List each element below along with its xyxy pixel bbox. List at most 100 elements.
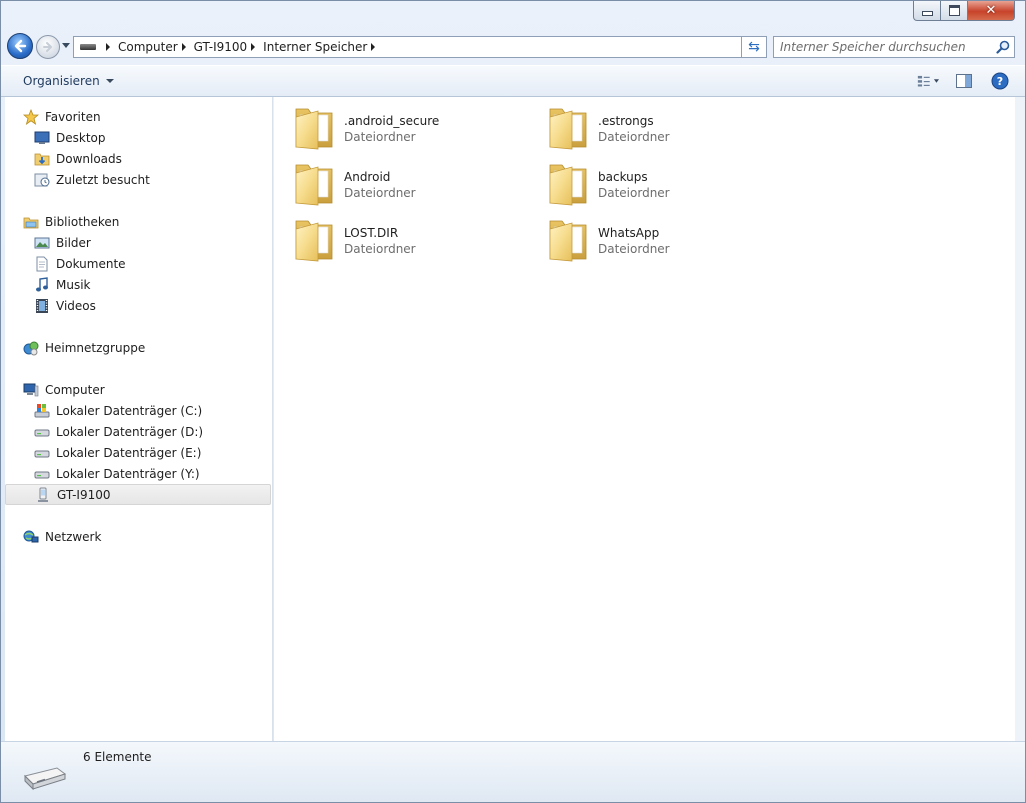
sidebar-item-label: GT-I9100	[57, 487, 111, 502]
close-button[interactable]: ✕	[968, 1, 1015, 21]
sidebar-item-gt-i9100[interactable]: GT-I9100	[5, 484, 271, 505]
folder-icon	[549, 108, 587, 150]
desktop-icon	[34, 130, 50, 146]
sidebar-item-documents[interactable]: Dokumente	[5, 253, 271, 274]
organize-button[interactable]: Organisieren	[17, 72, 120, 90]
folder-item[interactable]: LOST.DIR Dateiordner	[292, 215, 532, 265]
sidebar-item-label: Videos	[56, 298, 96, 313]
navigation-row: Computer GT-I9100 Interner Speicher ⇆	[1, 31, 1025, 63]
search-input[interactable]	[774, 38, 992, 56]
libraries-icon	[23, 214, 39, 230]
downloads-folder-icon	[34, 151, 50, 167]
hard-drive-icon	[34, 445, 50, 461]
folder-name: .estrongs	[598, 114, 654, 128]
recent-pages-dropdown[interactable]	[62, 43, 70, 48]
item-count: 6 Elemente	[83, 750, 152, 764]
breadcrumb-device[interactable]: GT-I9100	[194, 40, 248, 54]
sidebar-item-label: Lokaler Datenträger (C:)	[56, 403, 203, 418]
sidebar-item-videos[interactable]: Videos	[5, 295, 271, 316]
search-box[interactable]	[773, 36, 1015, 58]
computer-icon	[23, 382, 39, 398]
folder-icon	[549, 164, 587, 206]
sidebar-item-drive-e[interactable]: Lokaler Datenträger (E:)	[5, 442, 271, 463]
sidebar-item-label: Lokaler Datenträger (Y:)	[56, 466, 200, 481]
hard-drive-icon	[34, 466, 50, 482]
sidebar-item-music[interactable]: Musik	[5, 274, 271, 295]
back-button[interactable]	[7, 33, 33, 59]
preview-pane-button[interactable]	[953, 70, 975, 92]
folder-name: .android_secure	[344, 114, 440, 128]
organize-label: Organisieren	[23, 74, 100, 88]
sidebar-item-drive-y[interactable]: Lokaler Datenträger (Y:)	[5, 463, 271, 484]
portable-drive-icon	[24, 767, 67, 791]
breadcrumb-storage[interactable]: Interner Speicher	[263, 40, 367, 54]
folder-item[interactable]: .estrongs Dateiordner	[546, 103, 786, 153]
sidebar-item-label: Heimnetzgruppe	[45, 340, 146, 355]
folder-icon	[549, 220, 587, 262]
chevron-down-icon	[105, 79, 114, 83]
breadcrumb-chevron-icon[interactable]	[251, 43, 256, 51]
sidebar-item-label: Lokaler Datenträger (E:)	[56, 445, 202, 460]
folder-type: Dateiordner	[344, 242, 416, 256]
breadcrumb-chevron-icon[interactable]	[371, 43, 376, 51]
folder-type: Dateiordner	[598, 242, 670, 256]
folder-item[interactable]: backups Dateiordner	[546, 159, 786, 209]
star-icon	[23, 108, 39, 125]
sidebar-item-label: Musik	[56, 277, 91, 292]
music-note-icon	[34, 276, 50, 293]
folder-icon	[295, 164, 333, 206]
window-controls: ✕	[913, 1, 1015, 21]
sidebar-item-network[interactable]: Netzwerk	[5, 526, 271, 547]
sidebar-item-label: Bibliotheken	[45, 214, 120, 229]
hard-drive-icon	[34, 424, 50, 440]
help-button[interactable]: ?	[989, 70, 1011, 92]
film-icon	[34, 298, 50, 314]
preview-pane-icon	[956, 74, 972, 88]
window-right-edge	[1015, 97, 1025, 741]
folder-name: LOST.DIR	[344, 226, 399, 240]
view-options-button[interactable]	[917, 70, 939, 92]
address-bar[interactable]: Computer GT-I9100 Interner Speicher	[73, 36, 767, 58]
maximize-button[interactable]	[941, 1, 968, 21]
sidebar-item-recent-places[interactable]: Zuletzt besucht	[5, 169, 271, 190]
sidebar-item-label: Desktop	[56, 130, 106, 145]
sidebar-item-label: Lokaler Datenträger (D:)	[56, 424, 204, 439]
help-icon: ?	[991, 72, 1009, 90]
folder-item[interactable]: .android_secure Dateiordner	[292, 103, 532, 153]
folder-type: Dateiordner	[598, 186, 670, 200]
arrow-left-icon	[14, 39, 27, 53]
breadcrumb-chevron-icon[interactable]	[106, 43, 110, 51]
folder-icon	[295, 108, 333, 150]
folder-type: Dateiordner	[344, 130, 416, 144]
folder-name: WhatsApp	[598, 226, 660, 240]
sidebar-item-label: Favoriten	[45, 109, 101, 124]
forward-button[interactable]	[36, 35, 60, 59]
sidebar-item-homegroup[interactable]: Heimnetzgruppe	[5, 337, 271, 358]
refresh-icon: ⇆	[748, 39, 760, 55]
sidebar-item-downloads[interactable]: Downloads	[5, 148, 271, 169]
sidebar-item-pictures[interactable]: Bilder	[5, 232, 271, 253]
refresh-button[interactable]: ⇆	[741, 36, 767, 58]
folder-item[interactable]: WhatsApp Dateiordner	[546, 215, 786, 265]
close-icon: ✕	[985, 3, 997, 18]
minimize-button[interactable]	[913, 1, 941, 21]
folder-name: backups	[598, 170, 648, 184]
sidebar-item-computer[interactable]: Computer	[5, 379, 271, 400]
system-drive-icon	[34, 403, 50, 419]
breadcrumb-computer[interactable]: Computer	[118, 40, 178, 54]
sidebar-item-desktop[interactable]: Desktop	[5, 127, 271, 148]
view-list-icon	[917, 75, 939, 87]
homegroup-icon	[23, 340, 39, 356]
sidebar-item-favorites[interactable]: Favoriten	[5, 106, 271, 127]
sidebar-item-drive-d[interactable]: Lokaler Datenträger (D:)	[5, 421, 271, 442]
svg-text:?: ?	[997, 75, 1003, 88]
sidebar-item-label: Computer	[45, 382, 105, 397]
portable-device-icon	[35, 487, 51, 503]
sidebar-item-libraries[interactable]: Bibliotheken	[5, 211, 271, 232]
breadcrumb-chevron-icon[interactable]	[181, 43, 186, 51]
command-bar: Organisieren ?	[1, 65, 1025, 97]
search-icon[interactable]	[992, 37, 1014, 57]
sidebar-item-drive-c[interactable]: Lokaler Datenträger (C:)	[5, 400, 271, 421]
sidebar-item-label: Bilder	[56, 235, 91, 250]
folder-item[interactable]: Android Dateiordner	[292, 159, 532, 209]
